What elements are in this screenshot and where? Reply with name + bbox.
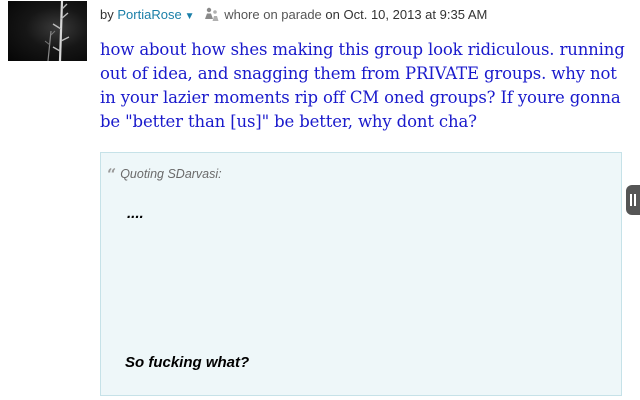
post-body: how about how shes making this group loo…	[100, 40, 625, 131]
avatar[interactable]	[8, 1, 87, 61]
quote-mark-icon: “	[107, 165, 117, 184]
post-meta: by PortiaRose ▼ whore on parade on Oct. 1…	[100, 6, 487, 22]
author-link[interactable]: PortiaRose	[117, 7, 181, 22]
chevron-down-icon[interactable]: ▼	[185, 11, 195, 22]
thorny-stem-image	[44, 1, 70, 61]
pause-handle-icon[interactable]	[626, 185, 640, 215]
quote-text-line: So fucking what?	[125, 354, 250, 371]
group-link[interactable]: whore on parade	[224, 7, 322, 22]
quote-block: “Quoting SDarvasi: .... So fucking what?	[100, 152, 622, 396]
group-people-icon	[204, 6, 220, 26]
post-timestamp: Oct. 10, 2013 at 9:35 AM	[343, 7, 488, 22]
quote-label: Quoting SDarvasi:	[120, 167, 222, 181]
quote-text-line: ....	[127, 205, 144, 222]
by-label: by	[100, 7, 114, 22]
quote-header: “Quoting SDarvasi:	[107, 165, 222, 184]
on-label: on	[325, 7, 340, 22]
